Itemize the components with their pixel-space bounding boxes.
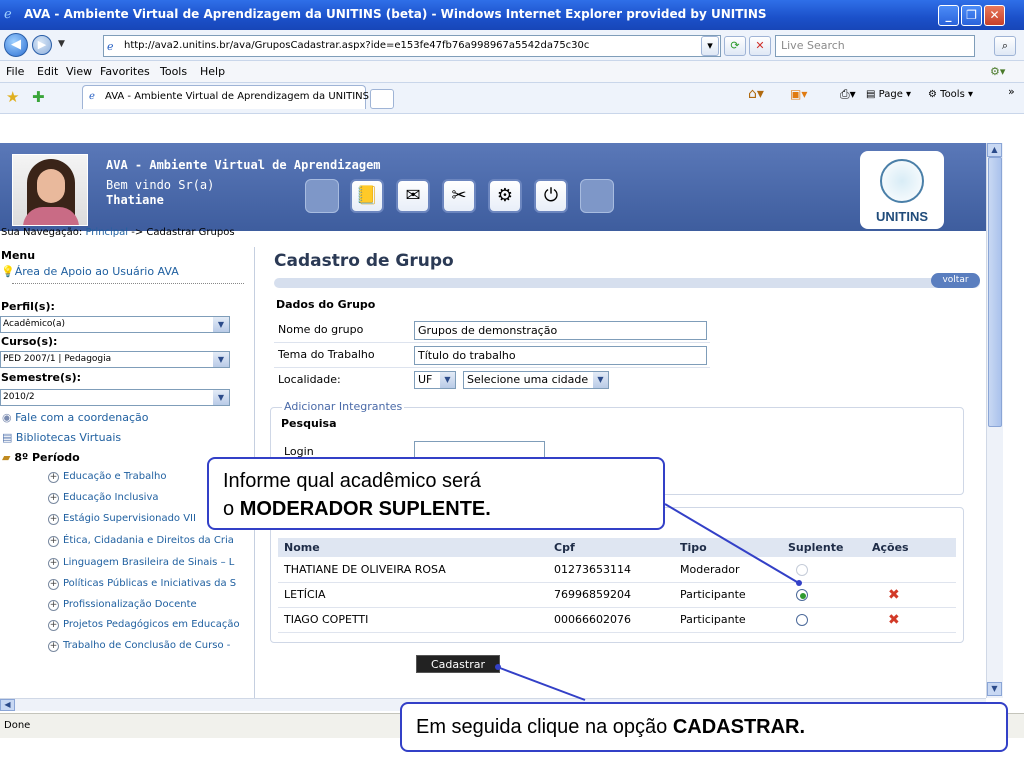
callout-cadastrar: Em seguida clique na opção CADASTRAR. xyxy=(400,702,1008,752)
arrow-to-cadastrar xyxy=(499,667,586,701)
arrow-to-suplente xyxy=(664,503,798,583)
callout-emphasis: MODERADOR SUPLENTE. xyxy=(239,498,491,520)
callout-line-2: o MODERADOR SUPLENTE. xyxy=(223,495,649,523)
callout-arrows xyxy=(495,503,802,701)
callout-moderador: Informe qual acadêmico será o MODERADOR … xyxy=(207,457,665,530)
callout-prefix: o xyxy=(223,498,235,520)
arrow-dot xyxy=(796,580,802,586)
callout-prefix: Em seguida clique na opção xyxy=(416,716,668,738)
callout-line-1: Informe qual acadêmico será xyxy=(223,470,481,492)
callout-emphasis: CADASTRAR. xyxy=(672,716,806,738)
arrow-dot xyxy=(495,664,501,670)
